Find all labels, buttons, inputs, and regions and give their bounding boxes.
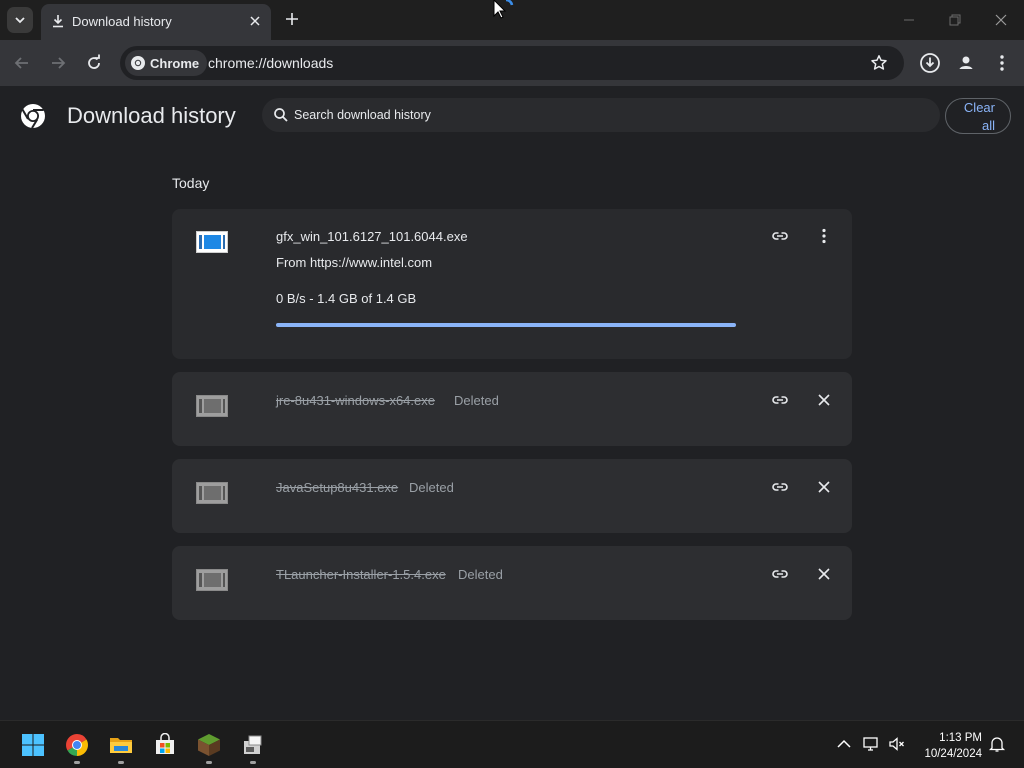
tab-title: Download history [72,14,172,29]
mouse-cursor-icon [493,0,514,19]
executable-file-icon [196,395,228,417]
copy-link-icon[interactable] [770,226,790,246]
downloads-header: Download history Clear all [0,86,1024,146]
progress-status: 0 B/s - 1.4 GB of 1.4 GB [276,291,417,306]
url-text[interactable]: chrome://downloads [208,55,333,71]
restore-icon[interactable] [947,12,963,28]
clear-all-label-line2: all [981,118,995,133]
copy-link-icon[interactable] [770,477,790,497]
new-tab-icon[interactable] [284,11,300,27]
download-item: gfx_win_101.6127_101.6044.exe From https… [172,209,852,359]
installer-icon[interactable] [241,733,265,757]
download-item: JavaSetup8u431.exe Deleted [172,459,852,533]
close-icon[interactable] [248,14,262,28]
windows-start-icon[interactable] [21,733,45,757]
file-name-link[interactable]: gfx_win_101.6127_101.6044.exe [276,229,468,244]
deleted-status: Deleted [458,567,503,582]
more-actions-icon[interactable] [814,226,834,246]
page-title: Download history [67,103,236,128]
download-item: TLauncher-Installer-1.5.4.exe Deleted [172,546,852,620]
download-icon [53,15,63,28]
date-section-label: Today [172,175,210,191]
search-icon [274,108,288,122]
executable-file-icon [196,569,228,591]
clear-all-label-line1: Clear [963,100,995,115]
chrome-icon[interactable] [65,733,89,757]
chrome-logo-icon [21,104,45,129]
back-icon[interactable] [12,53,32,73]
search-input[interactable] [294,98,894,132]
chrome-logo-icon [131,56,145,70]
running-indicator [74,761,80,764]
clock-date: 10/24/2024 [924,748,982,760]
tab-download-history[interactable]: Download history [41,4,271,40]
remove-icon[interactable] [814,564,834,584]
file-name: JavaSetup8u431.exe [276,480,399,495]
remove-icon[interactable] [814,477,834,497]
downloads-button-icon[interactable] [919,52,941,74]
source-url[interactable]: From https://www.intel.com [276,255,432,270]
tab-strip: Download history [0,0,1024,40]
chevron-down-icon [15,17,25,24]
running-indicator [250,761,256,764]
progress-bar [276,323,736,327]
running-indicator [206,761,212,764]
forward-icon[interactable] [48,53,68,73]
remove-icon[interactable] [814,390,834,410]
deleted-status: Deleted [454,393,499,408]
network-icon[interactable] [862,735,880,753]
chip-label: Chrome [150,55,200,71]
clear-all-button[interactable]: Clear all [945,98,1011,134]
notification-bell-icon[interactable] [988,735,1006,753]
running-indicator [118,761,124,764]
minimize-icon[interactable] [901,12,917,28]
reload-icon[interactable] [84,53,104,73]
copy-link-icon[interactable] [770,564,790,584]
file-name: TLauncher-Installer-1.5.4.exe [276,567,446,582]
system-clock[interactable]: 1:13 PM 10/24/2024 [910,730,982,762]
bookmark-star-icon[interactable] [870,54,888,72]
browser-toolbar: Chrome chrome://downloads [0,40,1024,86]
tab-search-button[interactable] [7,7,33,33]
progress-bar-fill [276,323,736,327]
address-bar[interactable]: Chrome chrome://downloads [120,46,904,80]
download-item: jre-8u431-windows-x64.exe Deleted [172,372,852,446]
window-close-icon[interactable] [993,12,1009,28]
site-info-chip[interactable]: Chrome [125,50,208,76]
menu-kebab-icon[interactable] [991,52,1013,74]
deleted-status: Deleted [409,480,454,495]
taskbar: 1:13 PM 10/24/2024 [0,720,1024,768]
file-name: jre-8u431-windows-x64.exe [276,393,435,408]
search-box[interactable] [262,98,940,132]
volume-muted-icon[interactable] [888,735,906,753]
clock-time: 1:13 PM [939,732,982,744]
chevron-up-icon[interactable] [835,735,853,753]
executable-file-icon [196,231,228,253]
copy-link-icon[interactable] [770,390,790,410]
executable-file-icon [196,482,228,504]
minecraft-icon[interactable] [197,733,221,757]
file-explorer-icon[interactable] [109,733,133,757]
microsoft-store-icon[interactable] [153,733,177,757]
profile-icon[interactable] [955,52,977,74]
